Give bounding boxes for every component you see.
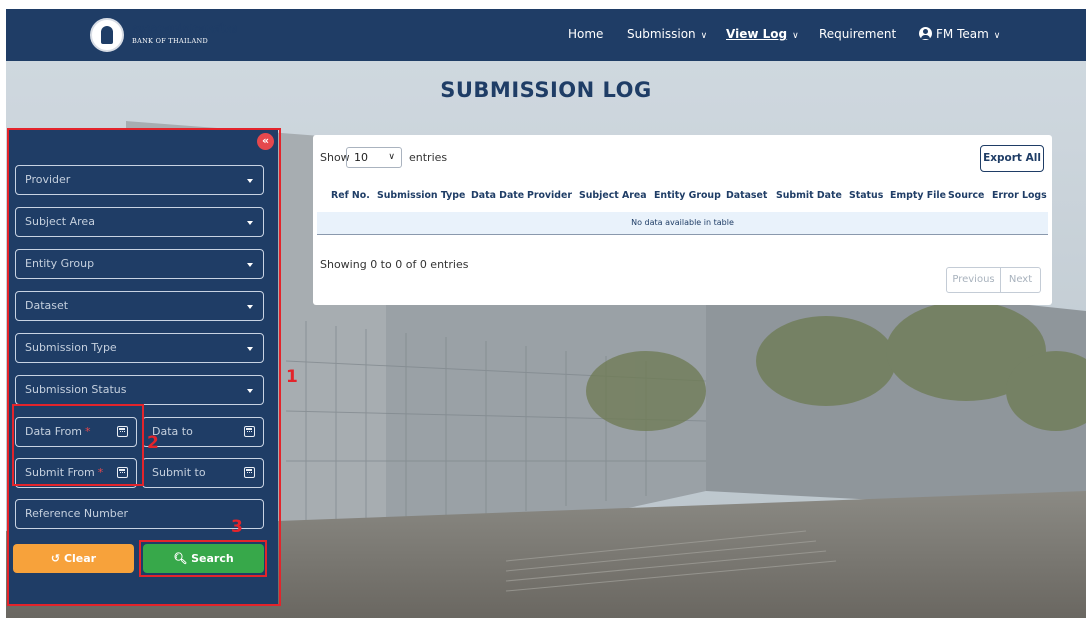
submission-status-select[interactable]: Submission Status [15,375,264,405]
dataset-select-label: Dataset [25,299,69,312]
bank-seal-icon [90,18,124,52]
caret-down-icon [247,305,253,309]
calendar-icon[interactable] [117,467,128,478]
submit-from-field[interactable]: Submit From * [15,458,137,488]
column-header[interactable]: Status [849,190,883,201]
chevron-down-icon: ∨ [388,152,395,162]
nav-home[interactable]: Home [568,27,603,41]
clear-button[interactable]: ↺ Clear [13,544,134,573]
column-header[interactable]: Source [948,190,984,201]
column-header[interactable]: Submission Type [377,190,465,201]
results-panel: Show 10 ∨ entries Export All Ref No. Subm… [313,135,1052,305]
logo-thai-name: ธนาคารแห่งประเทศไทย [132,24,238,35]
entity-group-select-label: Entity Group [25,257,95,270]
nav-view-log[interactable]: View Log ∨ [726,27,799,41]
entity-group-select[interactable]: Entity Group [15,249,264,279]
next-page-button[interactable]: Next [1001,267,1041,293]
clear-button-label: Clear [63,552,97,565]
nav-user-menu[interactable]: FM Team ∨ [919,27,1000,41]
data-from-field[interactable]: Data From * [15,417,137,447]
user-circle-icon [919,27,932,40]
subject-area-select-label: Subject Area [25,215,95,228]
calendar-icon[interactable] [244,426,255,437]
column-header[interactable]: Provider [527,190,572,201]
column-header[interactable]: Data Date [471,190,524,201]
nav-home-label: Home [568,27,604,41]
annotation-label-3: 3 [231,517,243,537]
column-header[interactable]: Empty File [890,190,946,201]
caret-down-icon [247,347,253,351]
bank-logo[interactable]: ธนาคารแห่งประเทศไทย BANK OF THAILAND [90,18,260,52]
data-from-label: Data From [25,425,83,438]
caret-down-icon [247,263,253,267]
top-navbar: ธนาคารแห่งประเทศไทย BANK OF THAILAND Hom… [6,9,1086,61]
table-info: Showing 0 to 0 of 0 entries [320,258,469,271]
chevron-down-icon: ∨ [700,31,708,41]
column-header[interactable]: Submit Date [776,190,842,201]
caret-down-icon [247,179,253,183]
submit-to-field[interactable]: Submit to [142,458,264,488]
dataset-select[interactable]: Dataset [15,291,264,321]
reference-number-input[interactable]: Reference Number [15,499,264,529]
caret-down-icon [247,389,253,393]
chevron-down-icon: ∨ [993,31,1001,41]
calendar-icon[interactable] [117,426,128,437]
submission-type-select[interactable]: Submission Type [15,333,264,363]
chevron-down-icon: ∨ [792,31,799,41]
required-mark: * [97,466,104,479]
submit-to-label: Submit to [152,466,206,479]
search-button-label: Search [191,552,234,565]
previous-page-button[interactable]: Previous [946,267,1001,293]
empty-table-row: No data available in table [317,212,1048,235]
page-length-value: 10 [354,151,368,164]
search-button[interactable]: 🔍︎ Search [143,544,264,573]
page-title: SUBMISSION LOG [440,78,652,102]
submission-type-select-label: Submission Type [25,341,117,354]
nav-submission[interactable]: Submission ∨ [627,27,707,41]
data-to-field[interactable]: Data to [142,417,264,447]
submit-from-label: Submit From [25,466,95,479]
export-all-button[interactable]: Export All [980,145,1044,172]
column-header[interactable]: Dataset [726,190,767,201]
search-icon: 🔍︎ [173,552,188,565]
page-length-select[interactable]: 10 ∨ [346,147,402,168]
nav-view-log-label: View Log [726,27,788,41]
undo-icon: ↺ [50,552,61,565]
collapse-sidebar-icon[interactable]: « [257,133,274,150]
app-window: ธนาคารแห่งประเทศไทย BANK OF THAILAND Hom… [6,9,1086,618]
submission-status-select-label: Submission Status [25,383,127,396]
column-header[interactable]: Subject Area [579,190,647,201]
logo-english-name: BANK OF THAILAND [132,37,208,45]
column-header[interactable]: Entity Group [654,190,721,201]
nav-requirement[interactable]: Requirement [819,27,896,41]
provider-select-label: Provider [25,173,71,186]
required-mark: * [85,425,91,438]
nav-requirement-label: Requirement [819,27,897,41]
entries-label: entries [409,151,448,164]
table-header: Ref No. Submission Type Data Date Provid… [317,182,1052,212]
caret-down-icon [247,221,253,225]
calendar-icon[interactable] [244,467,255,478]
annotation-label-2: 2 [147,433,159,453]
nav-submission-label: Submission [627,27,696,41]
provider-select[interactable]: Provider [15,165,264,195]
column-header[interactable]: Ref No. [331,190,370,201]
annotation-label-1: 1 [286,367,298,387]
nav-user-label: FM Team [936,27,989,41]
subject-area-select[interactable]: Subject Area [15,207,264,237]
reference-number-placeholder: Reference Number [25,507,129,520]
column-header[interactable]: Error Logs [992,190,1047,201]
